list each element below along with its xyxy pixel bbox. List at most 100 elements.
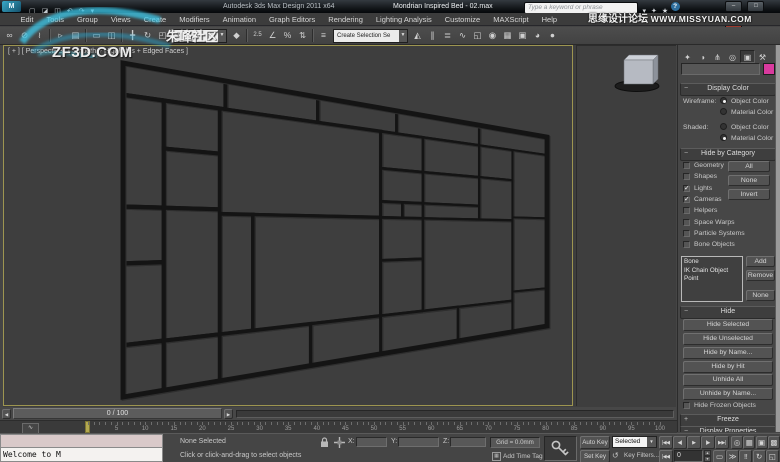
maximize-button[interactable]: □	[747, 1, 765, 12]
render-setup-icon[interactable]: ▦	[500, 28, 515, 43]
window-crossing-icon[interactable]: ◫	[104, 28, 119, 43]
menu-help[interactable]: Help	[535, 15, 563, 24]
maximize-viewport-icon[interactable]: ◱	[765, 449, 779, 462]
rendered-frame-window-icon[interactable]: ▣	[515, 28, 530, 43]
object-name-combo[interactable]	[681, 63, 760, 75]
time-slider-groove[interactable]	[236, 410, 674, 418]
menu-modifiers[interactable]: Modifiers	[173, 15, 216, 24]
selection-set-key-dropdown[interactable]: Selected ▼	[612, 435, 657, 448]
menu-maxscript[interactable]: MAXScript	[487, 15, 535, 24]
panel-scrollbar[interactable]	[775, 45, 780, 432]
rollout-display-color[interactable]: − Display Color	[680, 83, 776, 96]
unhide-by-name--button[interactable]: Unhide by Name...	[683, 388, 773, 400]
none-button[interactable]: None	[728, 175, 770, 186]
snap-toggle-icon[interactable]: 2.5	[250, 28, 265, 43]
pan-icon[interactable]: ≫	[726, 449, 740, 462]
menu-graph-editors[interactable]: Graph Editors	[263, 15, 322, 24]
hide-selected-button[interactable]: Hide Selected	[683, 319, 773, 331]
category-checkbox-helpers[interactable]	[683, 207, 690, 215]
wireframe-material-color-radio[interactable]	[720, 108, 727, 115]
selection-region-icon[interactable]: ▭	[89, 28, 104, 43]
current-frame-field[interactable]: 0	[674, 449, 703, 462]
bind-to-space-warp-icon[interactable]: ≀	[32, 28, 47, 43]
menu-rendering[interactable]: Rendering	[322, 15, 370, 24]
orbit-icon[interactable]: ↻	[752, 449, 766, 462]
set-key-button[interactable]: Set Key	[580, 449, 610, 462]
previous-frame-button[interactable]: ◀|	[673, 435, 687, 449]
all-button[interactable]: All	[728, 161, 770, 172]
time-back-button[interactable]: ◀	[2, 408, 11, 419]
rollout-hide[interactable]: − Hide	[680, 306, 776, 319]
walk-through-icon[interactable]: ‼	[739, 449, 753, 462]
play-button[interactable]: ▶	[687, 435, 701, 449]
infocenter-search-input[interactable]: Type a keyword or phrase	[524, 1, 638, 14]
unlink-selection-icon[interactable]: ⊘	[17, 28, 32, 43]
render-iterative-icon[interactable]: ●	[545, 28, 560, 43]
time-slider-handle[interactable]: 0 / 100	[13, 408, 222, 419]
category-checkbox-space-warps[interactable]	[683, 218, 690, 226]
list-item[interactable]: Point	[684, 275, 740, 284]
zoom-region-icon[interactable]: ▭	[713, 449, 726, 462]
z-coordinate-field[interactable]	[450, 437, 486, 447]
minimize-button[interactable]: –	[725, 1, 742, 12]
menu-customize[interactable]: Customize	[438, 15, 486, 24]
hide-by-name--button[interactable]: Hide by Name...	[683, 347, 773, 359]
reference-coordinate-dropdown[interactable]: View ▼	[172, 28, 227, 43]
set-key-toggle[interactable]	[544, 436, 577, 461]
category-checkbox-particle-systems[interactable]	[683, 229, 690, 237]
menu-lighting-analysis[interactable]: Lighting Analysis	[369, 15, 438, 24]
select-and-rotate-icon[interactable]: ↻	[140, 28, 155, 43]
select-and-link-icon[interactable]: ∞	[2, 28, 17, 43]
align-icon[interactable]: ∥	[425, 28, 440, 43]
hide-frozen-objects-checkbox[interactable]	[683, 402, 690, 409]
shaded-material-color-radio[interactable]	[720, 134, 727, 141]
track-bar[interactable]: ∿ 5 10 15 20 25 30 35 40 45 50 55 60 65 70 75 80 85 90 95 1…	[0, 420, 677, 433]
rollout-display-properties[interactable]: − Display Properties	[680, 426, 776, 432]
perspective-viewport[interactable]: [ + ] [ Perspective ] [ Smooth + Highlig…	[3, 45, 573, 406]
list-item[interactable]: Bone	[684, 258, 740, 267]
add-time-tag[interactable]: Add Time Tag	[503, 453, 543, 460]
invert-button[interactable]: Invert	[728, 189, 770, 200]
frame-spinner[interactable]: ▲ ▼	[704, 449, 711, 462]
absolute-mode-icon[interactable]	[334, 437, 345, 448]
list-item[interactable]: IK Chain Object	[684, 267, 740, 276]
selection-lock-icon[interactable]	[320, 437, 329, 448]
tab-display[interactable]: ▣	[740, 50, 755, 63]
go-to-end-button[interactable]: ▶▶|	[715, 435, 729, 449]
percent-snap-icon[interactable]: %	[280, 28, 295, 43]
y-coordinate-field[interactable]	[398, 437, 439, 447]
unhide-all-button[interactable]: Unhide All	[683, 374, 773, 386]
maxscript-listener-white[interactable]: Welcome to M	[0, 448, 163, 462]
menu-group[interactable]: Group	[70, 15, 104, 24]
x-coordinate-field[interactable]	[356, 437, 387, 447]
angle-snap-icon[interactable]: ∠	[265, 28, 280, 43]
hide-by-hit-button[interactable]: Hide by Hit	[683, 361, 773, 373]
zoom-extents-all-icon[interactable]: ▩	[767, 435, 780, 449]
spinner-snap-icon[interactable]: ⇅	[295, 28, 310, 43]
category-exclusion-list[interactable]: Bone IK Chain Object Point	[681, 256, 743, 302]
menu-edit[interactable]: Edit	[14, 15, 40, 24]
go-to-start-button[interactable]: |◀◀	[659, 435, 673, 449]
select-by-name-icon[interactable]: ▤	[68, 28, 83, 43]
default-tangent-icon[interactable]: ↺	[612, 450, 619, 462]
hide-unselected-button[interactable]: Hide Unselected	[683, 333, 773, 345]
material-editor-icon[interactable]: ◉	[485, 28, 500, 43]
shaded-object-color-radio[interactable]	[720, 123, 727, 130]
list-none-button[interactable]: None	[746, 290, 775, 301]
menu-views[interactable]: Views	[104, 15, 137, 24]
wireframe-object-color-radio[interactable]	[720, 97, 727, 104]
auto-key-button[interactable]: Auto Key	[580, 435, 610, 449]
select-and-scale-icon[interactable]: ◰	[155, 28, 170, 43]
layer-manager-icon[interactable]: ≣	[440, 28, 455, 43]
time-tag-icon[interactable]: ▦	[492, 452, 501, 461]
key-mode-toggle[interactable]: |◀◀	[659, 449, 673, 462]
box-object[interactable]	[577, 46, 676, 405]
category-checkbox-lights[interactable]: ✓	[683, 184, 690, 192]
select-object-icon[interactable]: ▹	[53, 28, 68, 43]
menu-tools[interactable]: Tools	[40, 15, 71, 24]
next-frame-button[interactable]: |▶	[701, 435, 715, 449]
category-checkbox-bone-objects[interactable]	[683, 241, 690, 249]
zoom-extents-icon[interactable]: ▣	[755, 435, 768, 449]
named-selection-set-dropdown[interactable]: Create Selection Se ▼	[333, 28, 408, 43]
rollout-hide-by-category[interactable]: − Hide by Category	[680, 148, 776, 161]
